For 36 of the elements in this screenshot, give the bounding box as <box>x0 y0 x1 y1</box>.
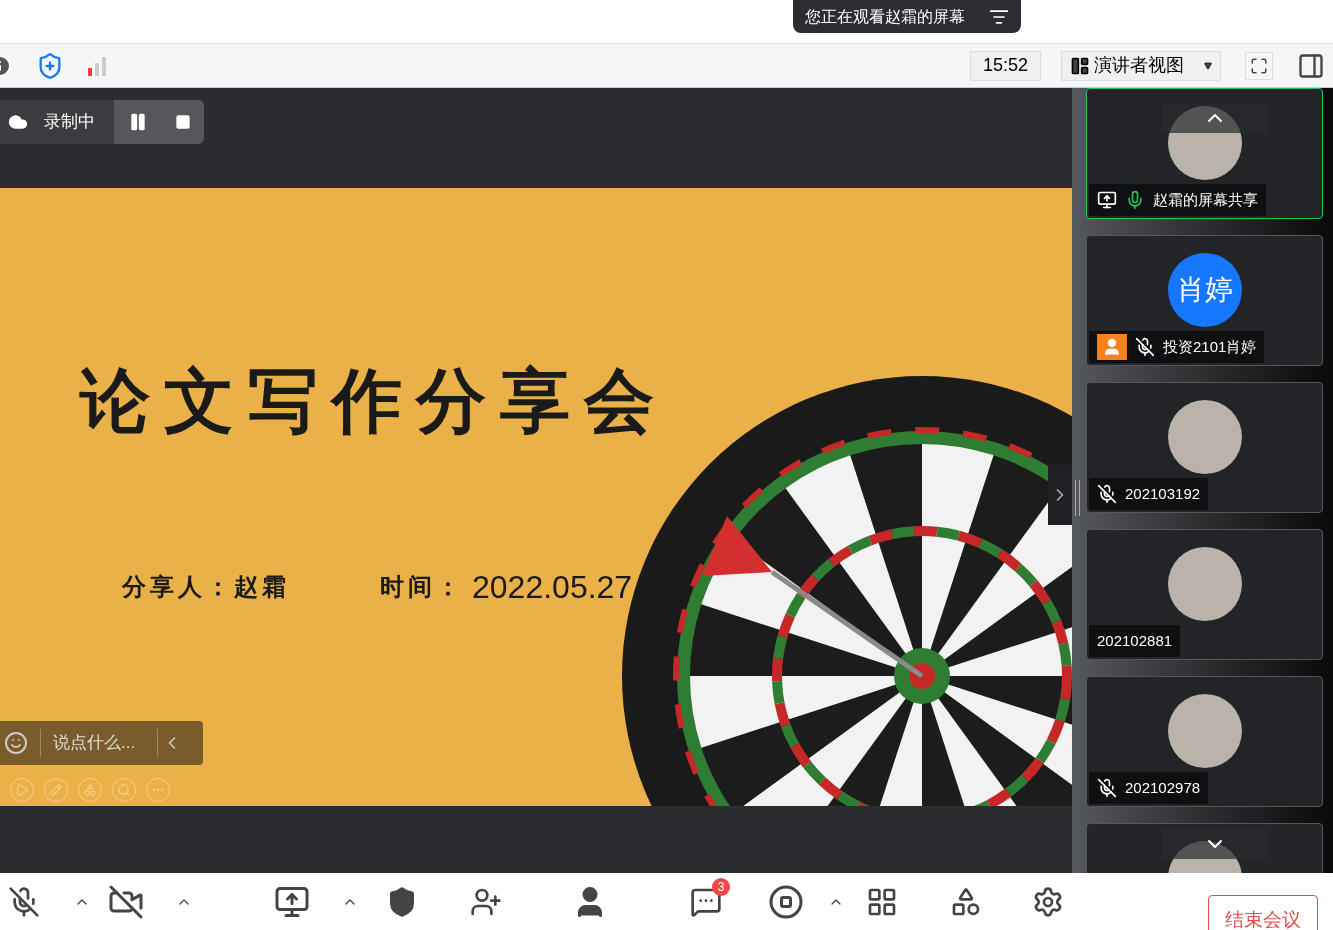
chat-input-field[interactable]: 说点什么... <box>53 730 153 756</box>
layout-icon <box>1070 55 1090 76</box>
participant-tile[interactable]: 肖婷 投资2101肖婷 <box>1086 235 1323 366</box>
avatar-initials: 肖婷 <box>1167 253 1242 327</box>
settings-icon[interactable] <box>1032 885 1064 918</box>
speaker-text: 分享人：赵霜 <box>122 571 290 603</box>
apps-icon[interactable] <box>950 885 982 918</box>
caret-icon <box>1204 61 1212 70</box>
participant-name: 赵霜的屏幕共享 <box>1153 189 1258 210</box>
sidebar-icon[interactable] <box>1297 51 1325 80</box>
emoji-icon[interactable] <box>4 731 28 755</box>
time-label: 时间： <box>380 571 464 603</box>
participant-name: 202102881 <box>1097 630 1173 651</box>
recording-label: 录制中 <box>44 111 95 134</box>
camera-off-icon[interactable] <box>108 883 144 920</box>
cloud-icon <box>8 112 28 132</box>
participant-name: 202103192 <box>1125 483 1201 504</box>
chat-input-bar[interactable]: 说点什么... <box>0 721 203 765</box>
slide-title: 论文写作分享会 <box>80 358 668 444</box>
participant-name: 202102978 <box>1125 777 1201 798</box>
stop-button[interactable] <box>174 114 191 130</box>
notification-badge: 3 <box>712 877 730 896</box>
record-stop-icon[interactable] <box>768 883 804 920</box>
muted-microphone-icon[interactable] <box>8 885 40 918</box>
resize-handle[interactable] <box>1075 480 1080 516</box>
view-dropdown[interactable]: 演讲者视图 <box>1061 50 1221 81</box>
participant-tile[interactable]: 202102978 <box>1086 676 1323 807</box>
slide-date: 2022.05.27 <box>472 568 633 607</box>
meeting-time: 15:52 <box>969 50 1041 81</box>
fullscreen-icon[interactable] <box>1245 51 1273 80</box>
participant-tile[interactable]: 202103192 <box>1086 382 1323 513</box>
participant-tile[interactable]: 赵霜的屏幕共享 <box>1086 88 1323 219</box>
participant-tile[interactable]: 202102881 <box>1086 529 1323 660</box>
banner-text: 您正在观看赵霜的屏幕 <box>803 6 966 27</box>
participant-name: 投资2101肖婷 <box>1163 336 1257 357</box>
end-meeting-button[interactable]: 结束会议 <box>1208 895 1318 930</box>
